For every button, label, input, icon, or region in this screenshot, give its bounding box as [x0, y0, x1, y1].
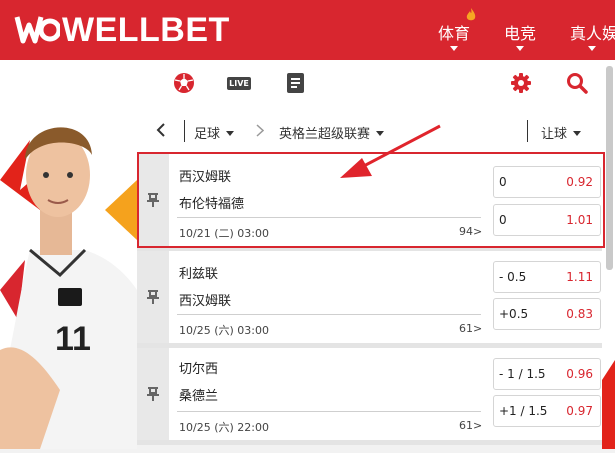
- more-markets-link[interactable]: 61>: [459, 419, 482, 432]
- chevron-down-icon: [450, 46, 458, 51]
- divider: [184, 120, 185, 142]
- sport-dropdown[interactable]: 足球: [194, 123, 235, 142]
- svg-text:11: 11: [55, 320, 91, 358]
- match-time: 10/25 (六) 03:00: [179, 324, 269, 337]
- divider: [527, 120, 528, 142]
- promo-player-image: 11: [0, 60, 137, 449]
- odds-price: 0.96: [566, 367, 593, 381]
- pin-icon[interactable]: [146, 289, 160, 305]
- chevron-down-icon: [226, 131, 235, 136]
- odds-button-home[interactable]: - 0.5 1.11: [493, 261, 601, 293]
- odds-button-home[interactable]: - 1 / 1.5 0.96: [493, 358, 601, 390]
- row-divider: [177, 314, 481, 315]
- search-icon[interactable]: [566, 72, 588, 94]
- more-markets-link[interactable]: 61>: [459, 322, 482, 335]
- nav-esports-label: 电竞: [504, 24, 537, 43]
- pin-icon[interactable]: [146, 386, 160, 402]
- gear-icon[interactable]: [510, 72, 532, 94]
- pin-cell[interactable]: [137, 251, 169, 343]
- handicap: +0.5: [499, 307, 529, 321]
- live-icon[interactable]: LIVE: [227, 77, 251, 90]
- odds-button-away[interactable]: +1 / 1.5 0.97: [493, 395, 601, 427]
- market-dropdown[interactable]: 让球: [541, 123, 582, 142]
- logo-text: WELLBET: [62, 10, 230, 49]
- nav-live-casino[interactable]: 真人娱: [570, 20, 615, 51]
- nav-sports[interactable]: 体育: [438, 20, 471, 51]
- league-dropdown-label: 英格兰超级联赛: [279, 127, 371, 142]
- highlight-box: [137, 152, 605, 248]
- wellbet-logo[interactable]: WELLBET: [14, 10, 230, 50]
- chevron-down-icon: [573, 131, 582, 136]
- match-time: 10/25 (六) 22:00: [179, 421, 269, 434]
- match-panel: LIVE 足球 英格兰超级联赛 让球 西汉姆联 布伦特福德 10/21 (二) …: [137, 60, 602, 449]
- back-chevron-icon[interactable]: [156, 123, 166, 137]
- chevron-down-icon: [588, 46, 596, 51]
- league-dropdown[interactable]: 英格兰超级联赛: [279, 123, 385, 142]
- odds-price: 0.97: [566, 404, 593, 418]
- top-header: WELLBET 体育 电竞 真人娱: [0, 0, 615, 60]
- document-icon[interactable]: [286, 72, 305, 94]
- nav-esports[interactable]: 电竞: [504, 20, 537, 51]
- handicap: - 0.5: [499, 270, 527, 284]
- odds-price: 1.11: [566, 270, 593, 284]
- logo-mark-icon: [14, 16, 60, 44]
- scrollbar[interactable]: [606, 66, 613, 270]
- breadcrumb-chevron-icon: [256, 124, 264, 137]
- chevron-down-icon: [516, 46, 524, 51]
- away-team: 西汉姆联: [179, 294, 232, 309]
- row-divider: [177, 411, 481, 412]
- handicap: +1 / 1.5: [499, 404, 548, 418]
- home-team: 利兹联: [179, 267, 219, 282]
- handicap: - 1 / 1.5: [499, 367, 546, 381]
- home-team: 切尔西: [179, 362, 219, 377]
- market-dropdown-label: 让球: [541, 127, 568, 142]
- live-icon-label: LIVE: [229, 79, 249, 88]
- sport-dropdown-label: 足球: [194, 127, 221, 142]
- nav-sports-label: 体育: [438, 24, 471, 43]
- soccer-ball-icon[interactable]: [173, 72, 195, 94]
- player-illustration: 11: [0, 127, 137, 449]
- pin-cell[interactable]: [137, 348, 169, 440]
- odds-price: 0.83: [566, 307, 593, 321]
- chevron-down-icon: [376, 131, 385, 136]
- odds-button-away[interactable]: +0.5 0.83: [493, 298, 601, 330]
- match-row[interactable]: 利兹联 西汉姆联 10/25 (六) 03:00 61> - 0.5 1.11 …: [137, 251, 602, 343]
- nav-live-casino-label: 真人娱: [570, 24, 615, 43]
- match-row[interactable]: 切尔西 桑德兰 10/25 (六) 22:00 61> - 1 / 1.5 0.…: [137, 348, 602, 440]
- row-gap: [137, 440, 602, 445]
- sports-toolbar: LIVE: [137, 60, 602, 108]
- filter-bar: 足球 英格兰超级联赛 让球: [137, 108, 602, 153]
- away-team: 桑德兰: [179, 389, 219, 404]
